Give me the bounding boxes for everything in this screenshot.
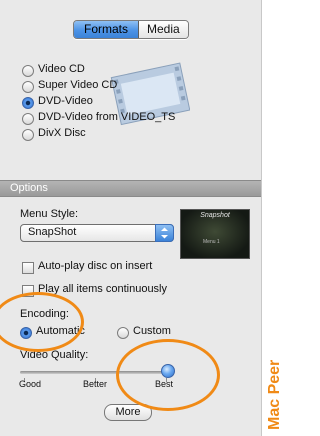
encoding-automatic-label: Automatic [36, 325, 85, 337]
radio-label-divx-disc: DivX Disc [38, 127, 86, 139]
popup-arrows-icon [155, 224, 174, 242]
radio-label-dvd-video-ts: DVD-Video from VIDEO_TS [38, 111, 176, 123]
radio-dvd-video[interactable] [22, 97, 34, 109]
encoding-custom-label: Custom [133, 325, 171, 337]
menu-style-label: Menu Style: [20, 208, 79, 220]
disc-options-panel: Formats Media Video CD Super Video CD DV… [0, 0, 262, 436]
video-quality-label: Video Quality: [20, 349, 89, 361]
watermark-logo: Mac Peer [266, 330, 286, 430]
radio-encoding-automatic[interactable] [20, 327, 32, 339]
radio-video-cd[interactable] [22, 65, 34, 77]
thumbnail-caption: Menu 1 [203, 239, 220, 245]
tab-media[interactable]: Media [139, 21, 188, 38]
quality-good-label: Good [19, 379, 42, 389]
watermark-text: Mac Peer [266, 359, 283, 430]
radio-divx-disc[interactable] [22, 129, 34, 141]
radio-encoding-custom[interactable] [117, 327, 129, 339]
options-header: Options [0, 180, 261, 197]
thumbnail-title: Snapshot [200, 212, 230, 219]
autoplay-label: Auto-play disc on insert [38, 260, 153, 272]
radio-label-dvd-video: DVD-Video [38, 95, 93, 107]
radio-super-video-cd[interactable] [22, 81, 34, 93]
radio-dvd-video-ts[interactable] [22, 113, 34, 125]
radio-label-super-video-cd: Super Video CD [38, 79, 118, 91]
autoplay-checkbox[interactable] [22, 262, 34, 274]
tab-formats[interactable]: Formats [74, 21, 140, 38]
quality-best-label: Best [155, 379, 174, 389]
play-all-checkbox[interactable] [22, 285, 34, 297]
video-quality-slider[interactable] [20, 371, 170, 374]
menu-style-popup[interactable]: SnapShot [20, 224, 174, 242]
more-button[interactable]: More [104, 404, 152, 421]
quality-better-label: Better [83, 379, 108, 389]
radio-label-video-cd: Video CD [38, 63, 85, 75]
menu-style-value: SnapShot [28, 226, 77, 238]
options-header-label: Options [10, 182, 48, 194]
video-quality-knob[interactable] [161, 364, 175, 378]
menu-style-thumbnail: Snapshot Menu 1 [180, 209, 250, 259]
encoding-label: Encoding: [20, 308, 69, 320]
tab-switcher: Formats Media [73, 20, 189, 39]
play-all-label: Play all items continuously [38, 283, 168, 295]
